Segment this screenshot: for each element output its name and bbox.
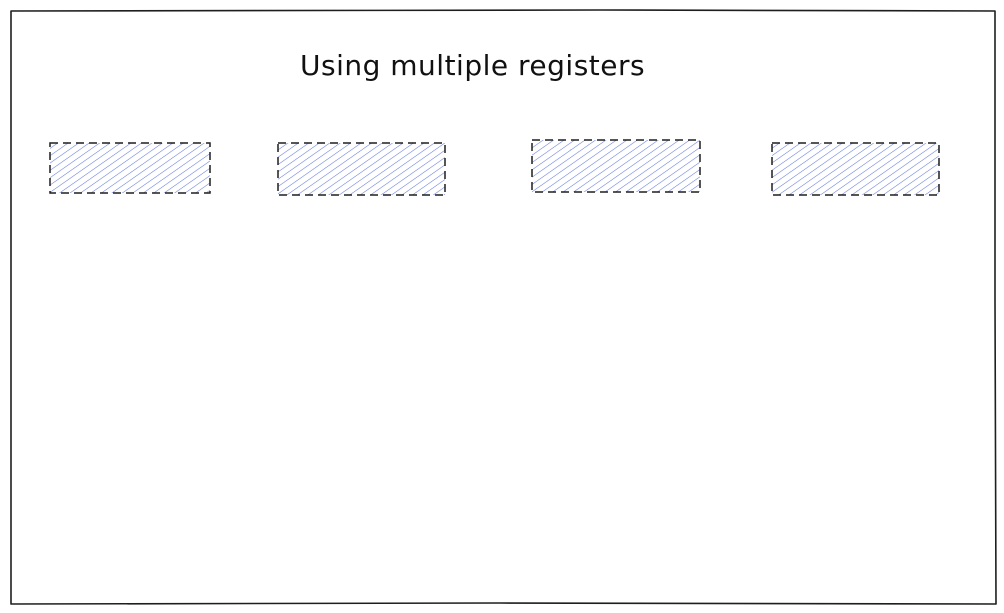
register-4 — [771, 142, 940, 196]
diagram-svg: Using multiple registers — [10, 9, 997, 605]
diagram-title: Using multiple registers — [300, 49, 645, 82]
diagram-canvas: Using multiple registers — [0, 0, 1004, 613]
register-3 — [531, 139, 701, 193]
register-1 — [49, 142, 211, 194]
frame-border — [10, 9, 997, 605]
register-2 — [277, 142, 446, 196]
